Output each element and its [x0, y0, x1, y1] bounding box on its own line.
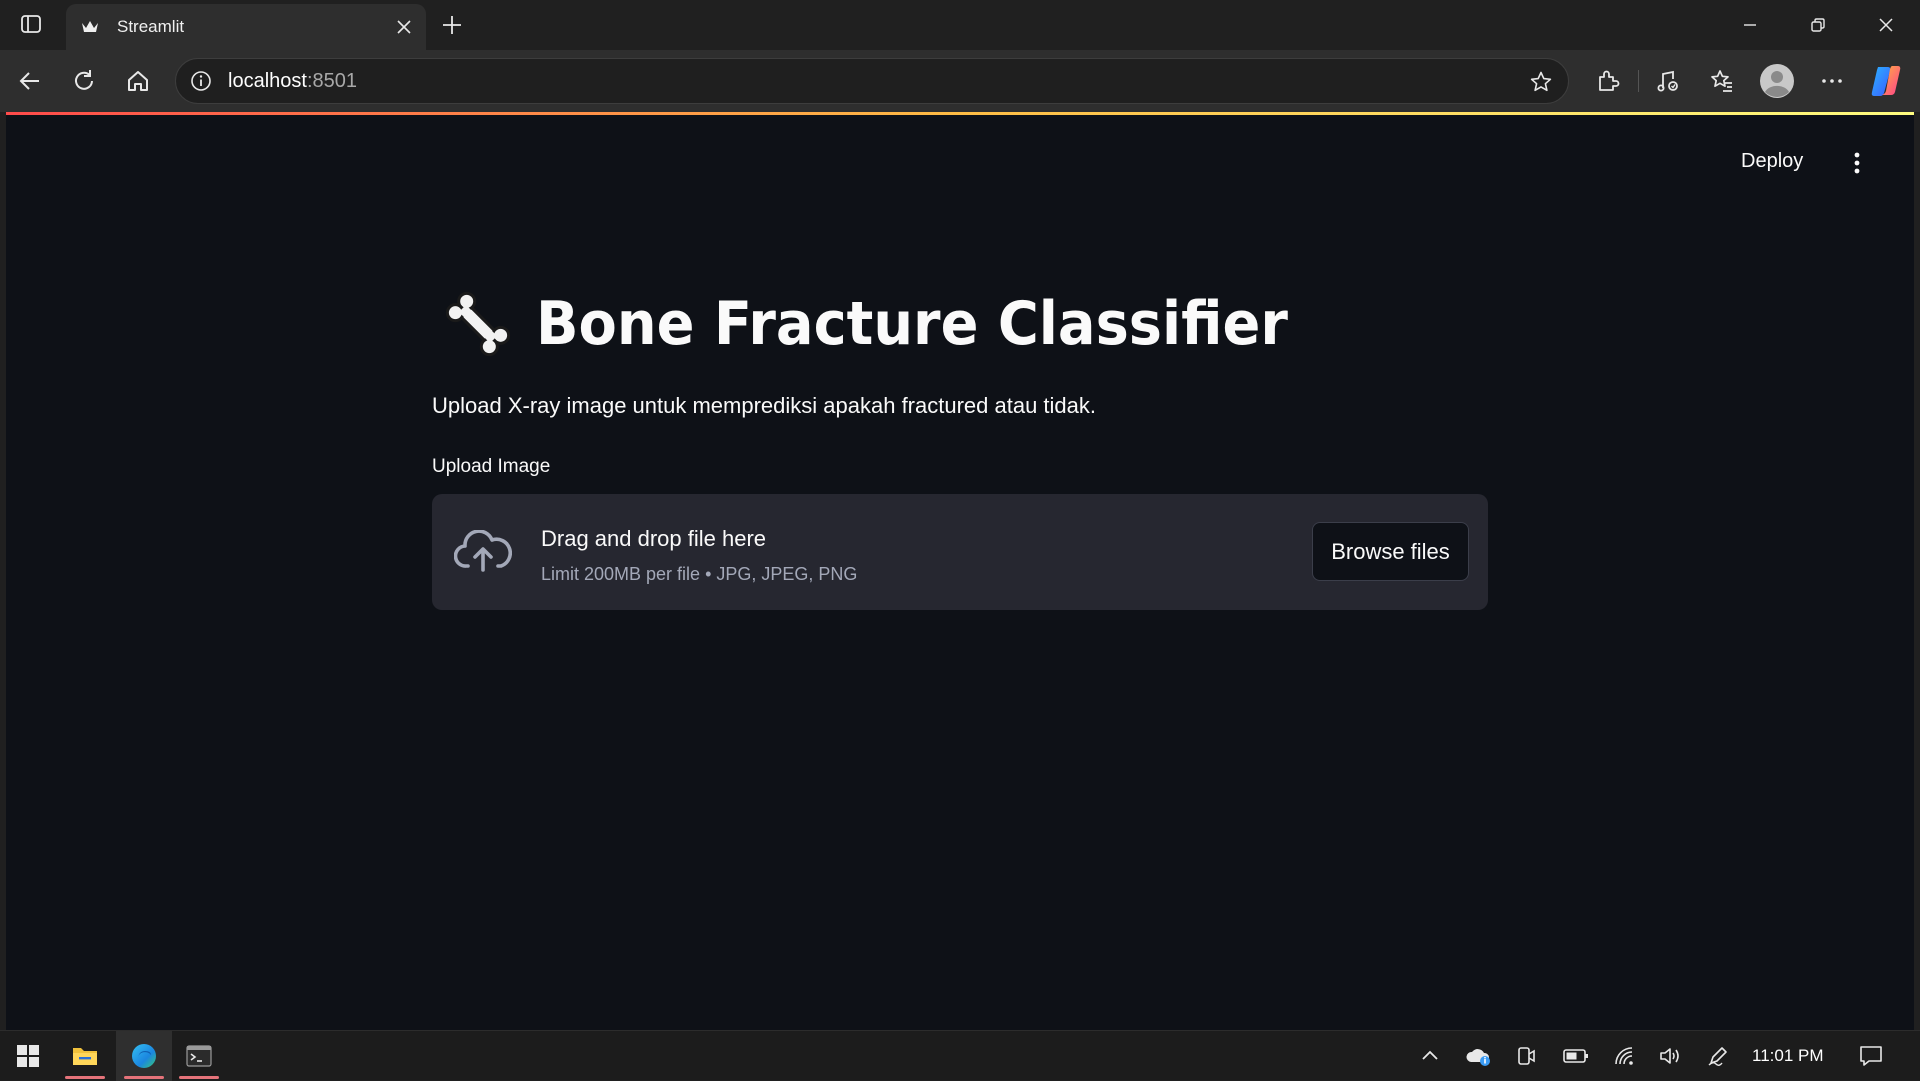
site-info-icon[interactable]: [188, 68, 214, 94]
page-title: Bone Fracture Classifier: [536, 289, 1288, 359]
tab-actions-icon[interactable]: [14, 11, 48, 37]
file-dropzone[interactable]: Drag and drop file here Limit 200MB per …: [432, 494, 1488, 610]
edge-browser-icon[interactable]: [116, 1031, 172, 1081]
url-host: localhost: [228, 69, 307, 92]
dropzone-file-limit: Limit 200MB per file • JPG, JPEG, PNG: [541, 564, 858, 584]
settings-more-icon[interactable]: [1816, 65, 1848, 97]
url-port: :8501: [306, 69, 357, 92]
windows-taskbar: 11:01 PM: [0, 1030, 1920, 1081]
tab-title: Streamlit: [117, 17, 185, 36]
home-icon[interactable]: [122, 65, 154, 97]
restore-icon[interactable]: [1784, 0, 1852, 50]
wifi-icon[interactable]: [1610, 1042, 1638, 1070]
toolbar-separator: [1638, 70, 1639, 92]
running-indicator: [65, 1076, 105, 1079]
url-text: localhost:8501: [228, 70, 357, 93]
browse-files-button[interactable]: Browse files: [1312, 522, 1469, 581]
streamlit-app: Deploy Bone Fracture Classifier Upload X…: [6, 112, 1914, 1030]
close-window-icon[interactable]: [1852, 0, 1920, 50]
windows-start-icon[interactable]: [0, 1031, 56, 1081]
file-uploader-label: Upload Image: [432, 456, 551, 477]
new-tab-icon[interactable]: [438, 11, 466, 39]
meet-now-icon[interactable]: [1512, 1042, 1540, 1070]
header-decoration-bar: [6, 112, 1914, 115]
battery-icon[interactable]: [1562, 1042, 1590, 1070]
favorites-icon[interactable]: [1706, 65, 1738, 97]
terminal-icon[interactable]: [171, 1031, 227, 1081]
onedrive-icon[interactable]: [1464, 1042, 1492, 1070]
running-indicator: [124, 1076, 164, 1079]
dropzone-instructions: Drag and drop file here: [541, 526, 767, 551]
back-icon[interactable]: [14, 65, 46, 97]
taskbar-clock[interactable]: 11:01 PM: [1752, 1046, 1824, 1066]
deploy-button[interactable]: Deploy: [1741, 150, 1803, 173]
window-controls: [1716, 0, 1920, 50]
refresh-icon[interactable]: [68, 65, 100, 97]
profile-avatar-icon[interactable]: [1759, 63, 1795, 99]
favorite-star-icon[interactable]: [1528, 69, 1554, 95]
extensions-icon[interactable]: [1592, 65, 1624, 97]
volume-icon[interactable]: [1656, 1042, 1684, 1070]
bone-emoji-icon: [445, 291, 511, 357]
browser-tab-strip: Streamlit: [0, 0, 1920, 50]
cloud-upload-icon: [454, 530, 512, 572]
main-menu-icon[interactable]: [1846, 150, 1868, 176]
copilot-icon[interactable]: [1868, 63, 1904, 99]
minimize-icon[interactable]: [1716, 0, 1784, 50]
browser-tab[interactable]: Streamlit: [66, 4, 426, 50]
notifications-icon[interactable]: [1857, 1042, 1885, 1070]
browser-toolbar: localhost:8501: [0, 50, 1920, 112]
running-indicator: [179, 1076, 219, 1079]
page-description: Upload X-ray image untuk memprediksi apa…: [432, 393, 1097, 418]
media-control-icon[interactable]: [1652, 65, 1684, 97]
address-bar[interactable]: localhost:8501: [175, 58, 1569, 104]
show-hidden-icons-chevron-icon[interactable]: [1416, 1042, 1444, 1070]
pen-workspace-icon[interactable]: [1704, 1042, 1732, 1070]
close-tab-icon[interactable]: [394, 17, 414, 37]
file-explorer-icon[interactable]: [57, 1031, 113, 1081]
streamlit-favicon-icon: [79, 16, 101, 38]
page-title-row: Bone Fracture Classifier: [442, 282, 1344, 366]
